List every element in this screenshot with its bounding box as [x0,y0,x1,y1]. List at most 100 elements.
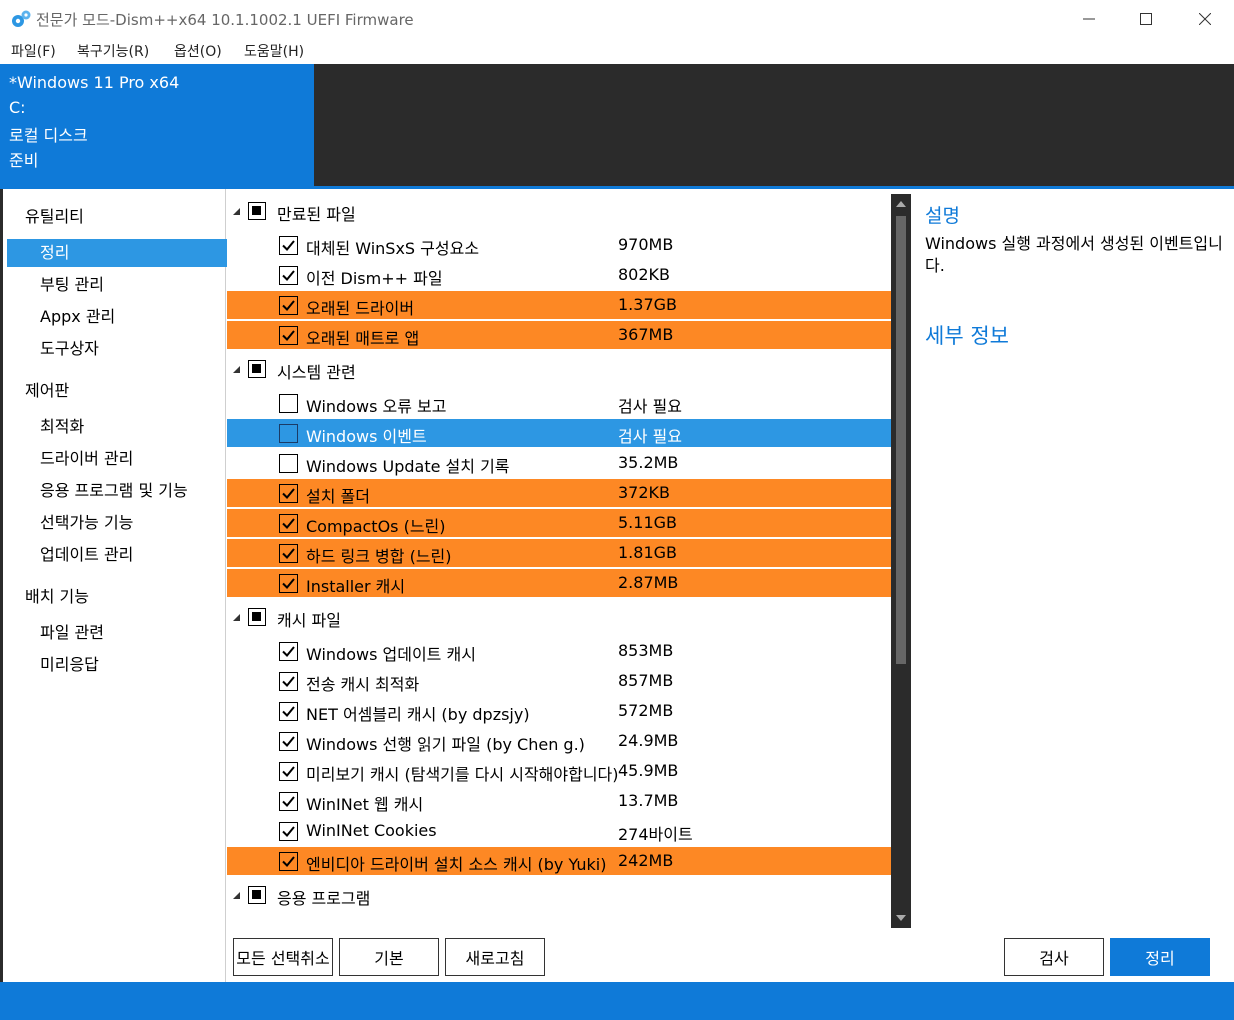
item-checkbox[interactable] [279,792,298,811]
close-button[interactable] [1176,0,1234,38]
menu-recovery[interactable]: 복구기능(R) [77,41,149,61]
nav-item-files[interactable]: 파일 관련 [7,619,227,647]
cleanup-item-row[interactable]: CompactOs (느린) 5.11GB [227,509,891,537]
nav-item-optional-features[interactable]: 선택가능 기능 [7,509,227,537]
minimize-button[interactable] [1060,0,1118,38]
cleanup-item-row[interactable]: Windows 오류 보고 검사 필요 [227,389,891,417]
nav-item-apps-features[interactable]: 응용 프로그램 및 기능 [7,477,227,505]
clean-button[interactable]: 정리 [1110,938,1210,976]
item-size: 274바이트 [618,825,693,844]
image-drive: C: [9,98,26,117]
item-label: WinINet Cookies [306,821,437,840]
item-checkbox[interactable] [279,672,298,691]
item-checkbox[interactable] [279,852,298,871]
item-checkbox[interactable] [279,762,298,781]
item-checkbox[interactable] [279,454,298,473]
item-checkbox[interactable] [279,236,298,255]
group-header[interactable]: 만료된 파일 [227,198,891,228]
item-checkbox[interactable] [279,394,298,413]
collapse-arrow-icon[interactable] [233,892,240,899]
item-size: 검사 필요 [618,397,682,416]
item-checkbox[interactable] [279,822,298,841]
cleanup-item-row[interactable]: 설치 폴더 372KB [227,479,891,507]
nav-category-control-panel: 제어판 [25,381,70,400]
cleanup-item-row[interactable]: WinINet 웹 캐시 13.7MB [227,787,891,815]
cleanup-item-row[interactable]: 엔비디아 드라이버 설치 소스 캐시 (by Yuki) 242MB [227,847,891,875]
checkmark-icon [282,270,295,281]
item-checkbox[interactable] [279,266,298,285]
scroll-thumb[interactable] [896,216,906,664]
details-link[interactable]: 세부 정보 [925,320,1009,350]
item-checkbox[interactable] [279,484,298,503]
menu-options[interactable]: 옵션(O) [174,41,222,61]
nav-item-unattend[interactable]: 미리응답 [7,651,227,679]
nav-item-appx[interactable]: Appx 관리 [7,303,227,331]
cleanup-item-row[interactable]: NET 어셈블리 캐시 (by dpzsjy) 572MB [227,697,891,725]
cleanup-item-row[interactable]: Windows Update 설치 기록 35.2MB [227,449,891,477]
item-label: 하드 링크 병합 (느린) [306,547,452,566]
item-checkbox[interactable] [279,702,298,721]
gears-icon [12,10,31,27]
item-label: 엔비디아 드라이버 설치 소스 캐시 (by Yuki) [306,855,607,874]
cleanup-item-row[interactable]: Windows 이벤트 검사 필요 [227,419,891,447]
cleanup-item-row[interactable]: 대체된 WinSxS 구성요소 970MB [227,231,891,259]
collapse-arrow-icon[interactable] [233,366,240,373]
checkmark-icon [282,330,295,341]
cleanup-item-row[interactable]: 전송 캐시 최적화 857MB [227,667,891,695]
collapse-arrow-icon[interactable] [233,208,240,215]
scan-button[interactable]: 검사 [1004,938,1104,976]
group-header[interactable]: 시스템 관련 [227,356,891,386]
item-size: 853MB [618,641,674,660]
cleanup-item-row[interactable]: 미리보기 캐시 (탐색기를 다시 시작해야합니다) 45.9MB [227,757,891,785]
group-checkbox[interactable] [248,886,266,904]
nav-item-updates[interactable]: 업데이트 관리 [7,541,227,569]
nav-item-optimize[interactable]: 최적화 [7,413,227,441]
item-checkbox[interactable] [279,544,298,563]
image-selector[interactable]: *Windows 11 Pro x64 C: 로컬 디스크 준비 [0,64,314,186]
item-label: 오래된 매트로 앱 [306,329,420,348]
group-header[interactable]: 캐시 파일 [227,604,891,634]
panel-description: Windows 실행 과정에서 생성된 이벤트입니다. [925,234,1223,275]
default-button[interactable]: 기본 [339,938,439,976]
deselect-all-button[interactable]: 모든 선택취소 [233,938,333,976]
group-label: 만료된 파일 [277,205,356,224]
item-checkbox[interactable] [279,514,298,533]
item-checkbox[interactable] [279,296,298,315]
scroll-down-button[interactable] [891,908,911,928]
cleanup-item-row[interactable]: 이전 Dism++ 파일 802KB [227,261,891,289]
menu-file[interactable]: 파일(F) [11,41,56,61]
item-checkbox[interactable] [279,642,298,661]
cleanup-item-row[interactable]: Installer 캐시 2.87MB [227,569,891,597]
cleanup-item-row[interactable]: 하드 링크 병합 (느린) 1.81GB [227,539,891,567]
refresh-button[interactable]: 새로고침 [445,938,545,976]
cleanup-item-row[interactable]: WinINet Cookies 274바이트 [227,817,891,845]
nav-item-toolbox[interactable]: 도구상자 [7,335,227,363]
cleanup-item-row[interactable]: 오래된 매트로 앱 367MB [227,321,891,349]
close-icon [1199,13,1211,25]
group-checkbox[interactable] [248,202,266,220]
description-panel: 설명 Windows 실행 과정에서 생성된 이벤트입니다. 세부 정보 [911,189,1234,982]
nav-item-drivers[interactable]: 드라이버 관리 [7,445,227,473]
item-label: CompactOs (느린) [306,517,446,536]
nav-item-boot[interactable]: 부팅 관리 [7,271,227,299]
maximize-button[interactable] [1117,0,1175,38]
cleanup-item-row[interactable]: 오래된 드라이버 1.37GB [227,291,891,319]
item-checkbox[interactable] [279,574,298,593]
item-checkbox[interactable] [279,732,298,751]
scroll-up-button[interactable] [891,194,911,214]
item-label: Windows 오류 보고 [306,397,447,416]
list-scrollbar[interactable] [891,194,911,928]
cleanup-item-row[interactable]: Windows 선행 읽기 파일 (by Chen g.) 24.9MB [227,727,891,755]
item-checkbox[interactable] [279,326,298,345]
item-size: 970MB [618,235,674,254]
item-label: WinINet 웹 캐시 [306,795,424,814]
group-checkbox[interactable] [248,608,266,626]
nav-item-cleanup[interactable]: 정리 [7,239,227,267]
cleanup-item-row[interactable]: Windows 업데이트 캐시 853MB [227,637,891,665]
menu-help[interactable]: 도움말(H) [244,41,304,61]
status-bar [0,982,1234,1020]
item-checkbox[interactable] [279,424,298,443]
group-checkbox[interactable] [248,360,266,378]
collapse-arrow-icon[interactable] [233,614,240,621]
group-header[interactable]: 응용 프로그램 [227,882,891,912]
